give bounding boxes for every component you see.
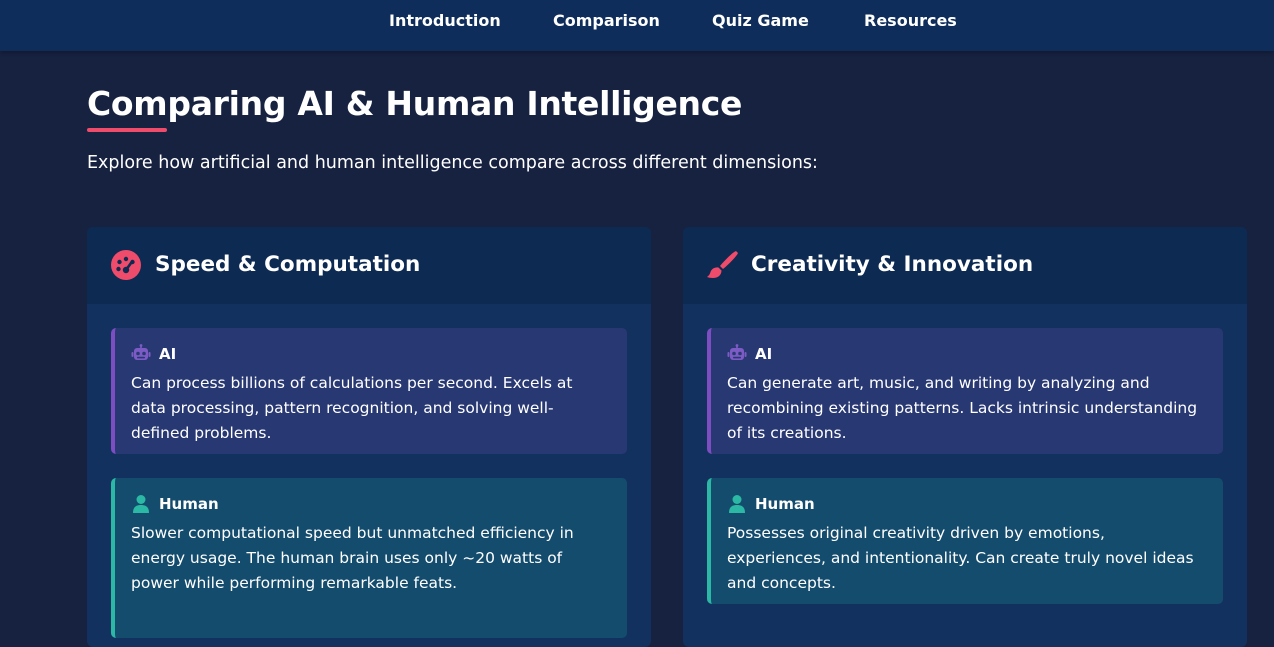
ai-panel: AI Can process billions of calculations …: [111, 328, 627, 454]
card-header: Creativity & Innovation: [683, 227, 1247, 304]
intro-text: Explore how artificial and human intelli…: [87, 153, 818, 173]
person-icon: [133, 495, 149, 513]
human-description: Possesses original creativity driven by …: [727, 524, 1194, 592]
human-panel: Human Possesses original creativity driv…: [707, 478, 1223, 604]
nav-link-resources[interactable]: Resources: [864, 11, 957, 30]
human-label: Human: [159, 495, 219, 513]
title-underline: [87, 128, 167, 132]
ai-label: AI: [755, 345, 773, 363]
card-title: Speed & Computation: [155, 252, 421, 277]
human-description: Slower computational speed but unmatched…: [131, 524, 574, 592]
gauge-icon: [111, 250, 141, 280]
page-title: Comparing AI & Human Intelligence: [87, 84, 743, 123]
ai-panel: AI Can generate art, music, and writing …: [707, 328, 1223, 454]
card-title: Creativity & Innovation: [751, 252, 1034, 277]
ai-description: Can generate art, music, and writing by …: [727, 374, 1198, 442]
nav-link-introduction[interactable]: Introduction: [389, 11, 501, 30]
ai-description: Can process billions of calculations per…: [131, 374, 573, 442]
card-creativity-innovation: Creativity & Innovation AI Can generate …: [683, 227, 1247, 647]
card-speed-computation: Speed & Computation AI Can process billi…: [87, 227, 651, 647]
nav-link-comparison[interactable]: Comparison: [553, 11, 660, 30]
card-header: Speed & Computation: [87, 227, 651, 304]
robot-icon: [727, 344, 747, 360]
human-panel: Human Slower computational speed but unm…: [111, 478, 627, 638]
nav-link-quiz-game[interactable]: Quiz Game: [712, 11, 809, 30]
robot-icon: [131, 344, 151, 360]
paintbrush-icon: [707, 251, 738, 278]
ai-label: AI: [159, 345, 177, 363]
person-icon: [729, 495, 745, 513]
human-label: Human: [755, 495, 815, 513]
top-navigation: Introduction Comparison Quiz Game Resour…: [0, 0, 1274, 51]
